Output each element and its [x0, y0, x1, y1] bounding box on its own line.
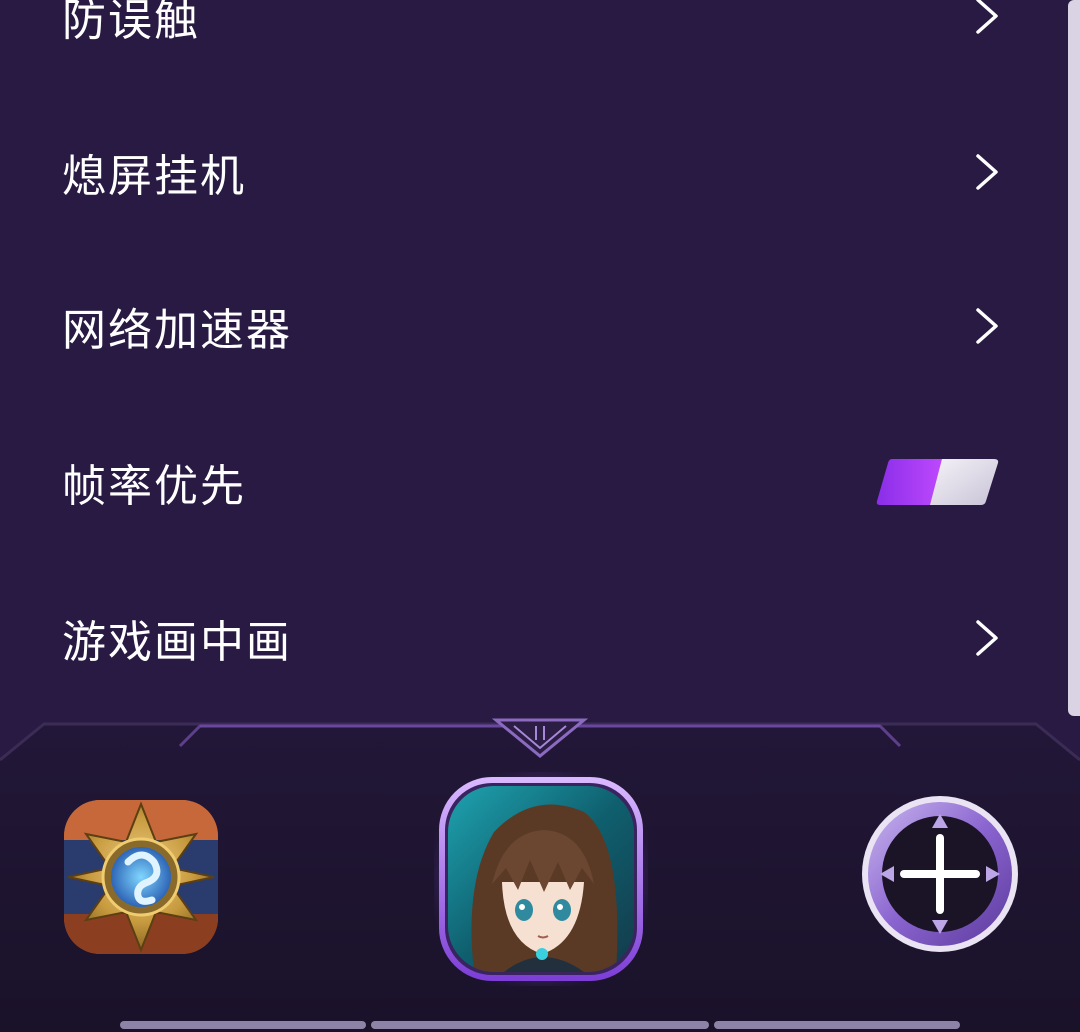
game-assistant-screen: 防误触 熄屏挂机 网络加速器 帧率优先 游戏画中画: [0, 0, 1080, 1032]
frame-rate-toggle[interactable]: [876, 457, 1000, 507]
menu-item-label: 防误触: [62, 0, 200, 46]
anime-character-app-icon[interactable]: [434, 772, 648, 986]
scrollbar[interactable]: [1068, 0, 1080, 716]
page-indicator-1: [120, 1021, 366, 1029]
menu-item-label: 游戏画中画: [62, 617, 292, 668]
chevron-right-icon: [976, 0, 998, 34]
hearthstone-app-icon[interactable]: [64, 800, 218, 954]
chevron-right-icon: [976, 308, 998, 344]
page-indicator-3: [714, 1021, 960, 1029]
add-game-button[interactable]: [860, 794, 1020, 954]
menu-item-screen-off-idle[interactable]: 熄屏挂机: [0, 112, 1060, 232]
menu-item-label: 网络加速器: [62, 305, 292, 356]
menu-item-label: 熄屏挂机: [62, 151, 246, 202]
menu-item-picture-in-picture[interactable]: 游戏画中画: [0, 578, 1060, 698]
menu-item-label: 帧率优先: [62, 461, 246, 512]
menu-item-frame-rate-priority: 帧率优先: [0, 422, 1060, 542]
page-indicator-2: [371, 1021, 709, 1029]
chevron-right-icon: [976, 154, 998, 190]
menu-item-anti-mistouch[interactable]: 防误触: [0, 0, 1060, 76]
chevron-right-icon: [976, 620, 998, 656]
menu-item-network-accelerator[interactable]: 网络加速器: [0, 266, 1060, 386]
